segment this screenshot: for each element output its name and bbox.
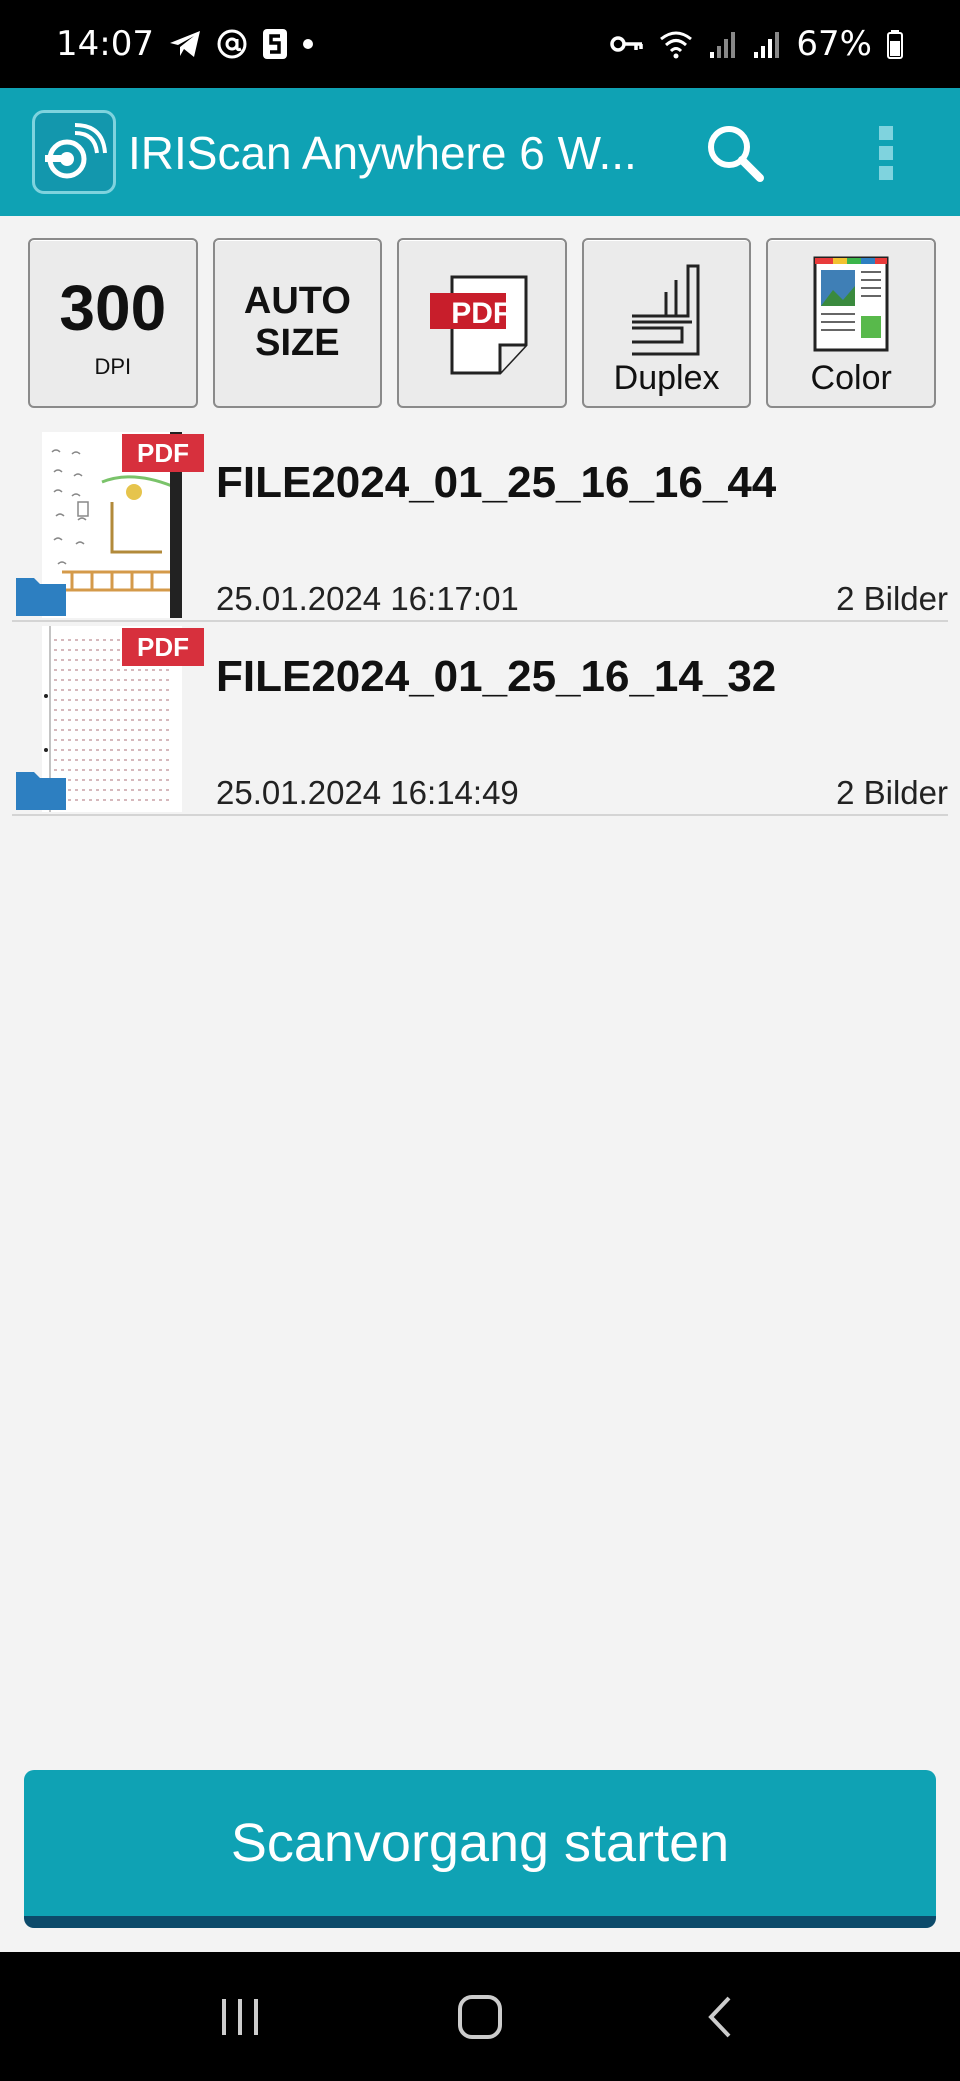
search-icon bbox=[708, 126, 764, 182]
color-mode-button[interactable]: Color bbox=[766, 238, 936, 408]
search-button[interactable] bbox=[700, 118, 770, 188]
status-left: 14:07 bbox=[56, 24, 314, 64]
signal-icon-1 bbox=[708, 30, 738, 58]
home-icon bbox=[458, 1994, 502, 2039]
recent-apps-icon bbox=[222, 1998, 258, 2035]
format-badge-text: PDF bbox=[451, 297, 512, 330]
color-label: Color bbox=[810, 359, 892, 397]
file-date: 25.01.2024 16:14:49 bbox=[216, 774, 519, 811]
duplex-label: Duplex bbox=[613, 359, 720, 397]
status-right: 67% bbox=[610, 24, 904, 64]
status-time: 14:07 bbox=[56, 24, 154, 64]
dpi-unit: DPI bbox=[94, 354, 132, 379]
telegram-icon bbox=[168, 29, 202, 59]
start-scan-button[interactable]: Scanvorgang starten bbox=[24, 1770, 936, 1928]
home-button[interactable] bbox=[440, 1977, 520, 2057]
page-size-button[interactable]: AUTO SIZE bbox=[212, 238, 383, 408]
file-list: PDF FILE2024_01_25_16_16_44 25.01.2024 1… bbox=[0, 428, 960, 816]
notification-dot-icon bbox=[302, 38, 314, 50]
folder-icon bbox=[16, 772, 66, 810]
color-document-icon bbox=[813, 256, 889, 352]
file-image-count: 2 Bilder bbox=[836, 580, 948, 617]
dpi-button[interactable]: 300 DPI bbox=[28, 238, 198, 408]
pdf-badge: PDF bbox=[122, 628, 204, 666]
app-title: IRIScan Anywhere 6 W... bbox=[128, 127, 637, 179]
wifi-icon bbox=[658, 29, 694, 59]
s-app-icon bbox=[262, 28, 288, 60]
at-sign-icon bbox=[216, 28, 248, 60]
battery-icon bbox=[886, 29, 904, 59]
size-line2: SIZE bbox=[255, 322, 340, 364]
file-list-item[interactable]: PDF FILE2024_01_25_16_14_32 25.01.2024 1… bbox=[12, 622, 948, 816]
pdf-badge: PDF bbox=[122, 434, 204, 472]
status-bar: 14:07 67% bbox=[0, 0, 960, 88]
system-nav-bar bbox=[0, 1952, 960, 2081]
file-name: FILE2024_01_25_16_14_32 bbox=[216, 652, 777, 701]
more-vert-icon bbox=[879, 126, 893, 180]
dpi-value: 300 bbox=[59, 272, 167, 344]
back-icon bbox=[708, 1996, 731, 2037]
file-list-item[interactable]: PDF FILE2024_01_25_16_16_44 25.01.2024 1… bbox=[12, 428, 948, 622]
battery-percentage: 67% bbox=[796, 24, 872, 64]
app-bar: IRIScan Anywhere 6 W... bbox=[0, 88, 960, 216]
back-button[interactable] bbox=[680, 1977, 760, 2057]
duplex-button[interactable]: Duplex bbox=[581, 238, 752, 408]
folder-icon bbox=[16, 578, 66, 616]
file-image-count: 2 Bilder bbox=[836, 774, 948, 811]
output-format-button[interactable]: PDF bbox=[397, 238, 567, 408]
file-name: FILE2024_01_25_16_16_44 bbox=[216, 458, 777, 507]
file-date: 25.01.2024 16:17:01 bbox=[216, 580, 519, 617]
app-logo-icon bbox=[32, 110, 116, 194]
signal-icon-2 bbox=[752, 30, 782, 58]
overflow-menu-button[interactable] bbox=[866, 118, 906, 188]
size-line1: AUTO bbox=[243, 280, 351, 323]
scan-settings-toolbar: 300 DPI AUTO SIZE PDF Duplex Color bbox=[28, 238, 936, 408]
vpn-key-icon bbox=[610, 34, 644, 54]
duplex-icon bbox=[631, 264, 700, 356]
recent-apps-button[interactable] bbox=[200, 1977, 280, 2057]
